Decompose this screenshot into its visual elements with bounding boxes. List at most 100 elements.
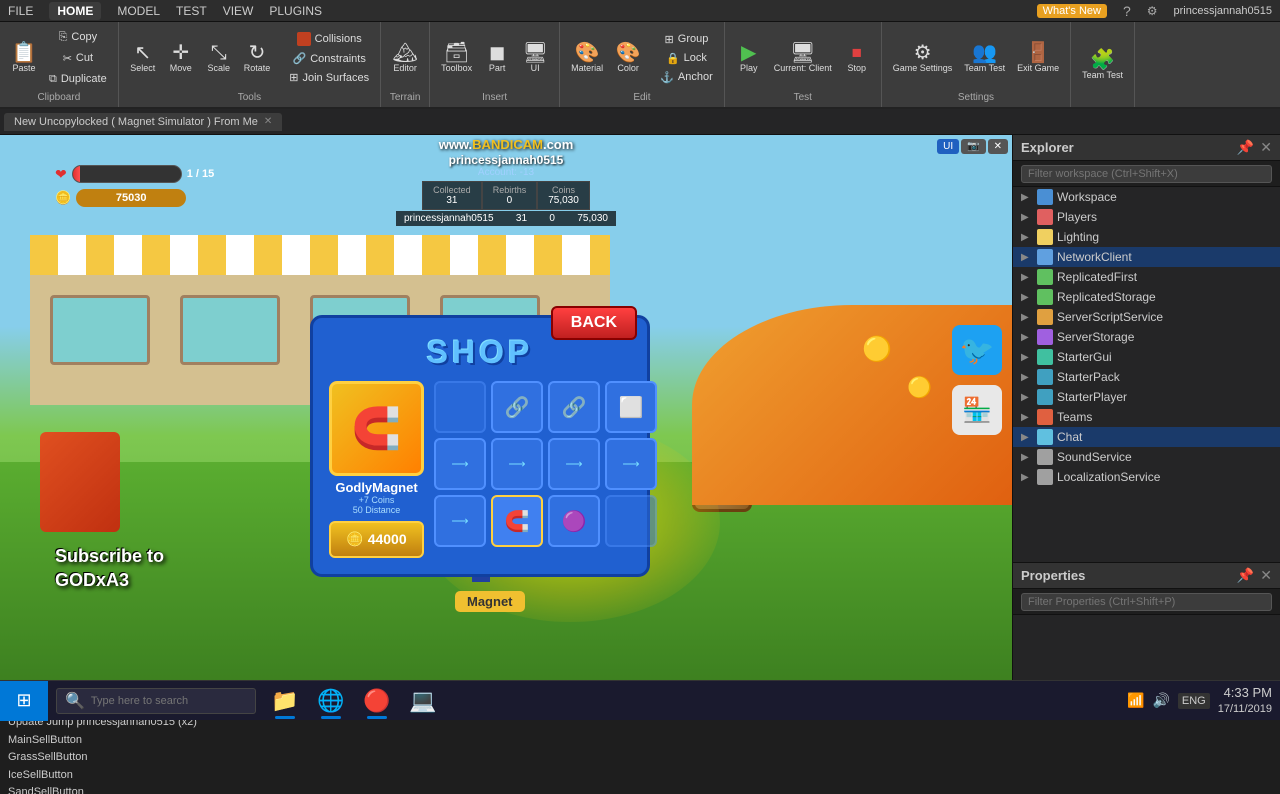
tree-item-startergui[interactable]: ▶ StarterGui [1013,347,1280,367]
tree-item-serverstorage[interactable]: ▶ ServerStorage [1013,327,1280,347]
ui-toggle-off[interactable]: 📷 [961,139,985,154]
replicatedstorage-icon [1037,289,1053,305]
taskbar-search-input[interactable] [91,695,241,707]
taskbar-search-box[interactable]: 🔍 [56,688,256,714]
cut-btn[interactable]: ✂Cut [44,49,112,68]
shop-grid-cell-1-1[interactable] [434,381,486,433]
volume-icon: 🔊 [1152,692,1169,709]
material-btn[interactable]: 🎨 Material [566,40,608,76]
shop-grid-cell-2-1[interactable]: ⟶ [434,438,486,490]
group-btn[interactable]: ⊞Group [655,30,718,49]
replicatedfirst-icon [1037,269,1053,285]
doc-tab-close[interactable]: ✕ [264,116,272,127]
menu-plugins[interactable]: PLUGINS [269,4,322,18]
properties-header: Properties 📌 ✕ [1013,563,1280,589]
current-client-btn[interactable]: 🖥 Current: Client [769,40,837,76]
stop-btn[interactable]: ⏹ Stop [839,40,875,76]
menu-view[interactable]: VIEW [223,4,254,18]
explorer-lock-icon[interactable]: 📌 [1237,139,1254,156]
red-block [40,432,120,532]
serverscriptservice-icon [1037,309,1053,325]
coins-icon: 🪙 [55,190,71,206]
tree-item-chat[interactable]: ▶ Chat [1013,427,1280,447]
health-text: 1 / 15 [187,168,215,180]
taskbar-app-explorer[interactable]: 📁 [264,681,306,721]
menu-file[interactable]: FILE [8,4,33,18]
hud-leaderboard-row: princessjannah0515 31 0 75,030 [396,211,616,226]
coins-bar: 🪙 75030 [55,189,186,207]
move-btn[interactable]: ✛ Move [163,40,199,76]
taskbar-app-misc[interactable]: 💻 [402,681,444,721]
ui-btn[interactable]: 🖥 UI [517,40,553,76]
shop-window-1 [50,295,150,365]
ui-toggle-x[interactable]: ✕ [988,139,1008,154]
color-btn[interactable]: 🎨 Color [610,40,646,76]
play-btn[interactable]: ▶ Play [731,40,767,76]
tree-item-teams[interactable]: ▶ Teams [1013,407,1280,427]
tree-item-starterplayer[interactable]: ▶ StarterPlayer [1013,387,1280,407]
buy-btn[interactable]: 🪙 44000 [329,521,424,558]
tree-item-replicatedstorage[interactable]: ▶ ReplicatedStorage [1013,287,1280,307]
shop-grid-cell-2-2[interactable]: ⟶ [491,438,543,490]
back-btn[interactable]: BACK [551,306,637,340]
shop-grid-cell-3-3[interactable]: 🟣 [548,495,600,547]
editor-btn[interactable]: 🏔 Editor [387,40,423,76]
shop-grid-cell-1-2[interactable]: 🔗 [491,381,543,433]
join-surfaces-btn[interactable]: ⊞Join Surfaces [284,68,374,87]
shop-grid-cell-1-3[interactable]: 🔗 [548,381,600,433]
tree-item-serverscriptservice[interactable]: ▶ ServerScriptService [1013,307,1280,327]
menu-home[interactable]: HOME [49,2,101,20]
collisions-btn[interactable]: Collisions [284,29,374,49]
rotate-btn[interactable]: ↻ Rotate [239,40,276,76]
shop-grid-cell-2-3[interactable]: ⟶ [548,438,600,490]
exit-game-btn[interactable]: 🚪 Exit Game [1012,40,1064,76]
anchor-btn[interactable]: ⚓Anchor [655,68,718,87]
duplicate-btn[interactable]: ⧉Duplicate [44,70,112,89]
properties-search-input[interactable] [1021,593,1272,611]
paste-btn[interactable]: 📋 Paste [6,40,42,76]
properties-close-icon[interactable]: ✕ [1260,567,1272,584]
shop-grid-cell-3-1[interactable]: ⟶ [434,495,486,547]
menu-test[interactable]: TEST [176,4,207,18]
copy-btn[interactable]: ⎘Copy [44,28,112,47]
select-btn[interactable]: ↖ Select [125,40,161,76]
shop-grid-cell-3-4[interactable] [605,495,657,547]
networkclient-icon [1037,249,1053,265]
team-test-main-btn[interactable]: 🧩 Team Test [1077,47,1128,83]
part-btn[interactable]: ◼ Part [479,40,515,76]
taskbar-start-btn[interactable]: ⊞ [0,681,48,721]
team-test-btn[interactable]: 👥 Team Test [959,40,1010,76]
tree-item-players[interactable]: ▶ Players [1013,207,1280,227]
twitter-btn[interactable]: 🐦 [952,325,1002,375]
shop-grid-cell-3-2[interactable]: 🧲 [491,495,543,547]
scale-btn[interactable]: ⤡ Scale [201,40,237,76]
output-line-2: MainSellButton [8,732,1004,750]
tree-item-lighting[interactable]: ▶ Lighting [1013,227,1280,247]
tree-item-replicatedfirst[interactable]: ▶ ReplicatedFirst [1013,267,1280,287]
doc-tab[interactable]: New Uncopylocked ( Magnet Simulator ) Fr… [4,113,282,131]
shop-grid-cell-1-4[interactable]: ⬜ [605,381,657,433]
whats-new-btn[interactable]: What's New [1037,4,1107,18]
tree-item-networkclient[interactable]: ▶ NetworkClient [1013,247,1280,267]
toolbox-btn[interactable]: 🗃 Toolbox [436,40,477,76]
lock-btn[interactable]: 🔒Lock [655,49,718,68]
tree-item-soundservice[interactable]: ▶ SoundService [1013,447,1280,467]
shop-grid-cell-2-4[interactable]: ⟶ [605,438,657,490]
constraints-btn[interactable]: 🔗Constraints [284,49,374,68]
hud-collected: Collected 31 [422,181,482,210]
menu-model[interactable]: MODEL [117,4,160,18]
tree-item-starterpack[interactable]: ▶ StarterPack [1013,367,1280,387]
ui-toggle-on[interactable]: UI [937,139,959,154]
date-display: 17/11/2019 [1218,702,1272,716]
tree-item-workspace[interactable]: ▶ Workspace [1013,187,1280,207]
properties-lock-icon[interactable]: 📌 [1237,567,1254,584]
explorer-search-input[interactable] [1021,165,1272,183]
explorer-close-icon[interactable]: ✕ [1260,139,1272,156]
game-settings-btn[interactable]: ⚙ Game Settings [888,40,958,76]
help-icon[interactable]: ? [1123,3,1131,19]
properties-title: Properties [1021,568,1237,583]
taskbar-app-chrome[interactable]: 🌐 [310,681,352,721]
tree-item-localizationservice[interactable]: ▶ LocalizationService [1013,467,1280,487]
taskbar-app-media[interactable]: 🔴 [356,681,398,721]
shop-icon-btn[interactable]: 🏪 [952,385,1002,435]
